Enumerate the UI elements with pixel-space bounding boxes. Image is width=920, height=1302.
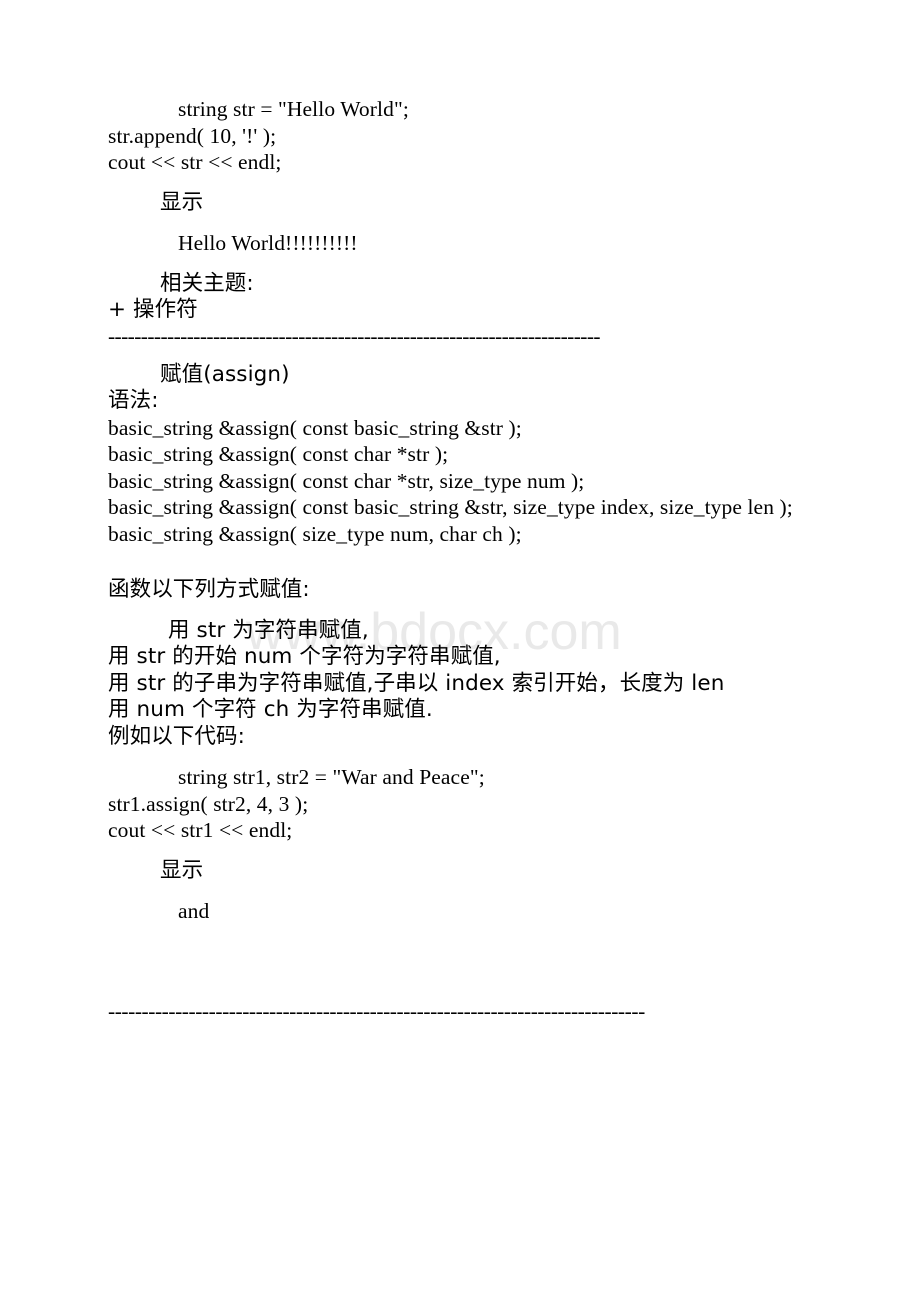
program-output: Hello World!!!!!!!!!! xyxy=(178,231,358,255)
code-line: str.append( 10, '!' ); xyxy=(108,123,277,148)
program-output: and xyxy=(178,899,210,923)
code-line: cout << str << endl; xyxy=(108,150,282,174)
section-separator-top: ----------------------------------------… xyxy=(108,323,601,348)
description-intro: 函数以下列方式赋值: xyxy=(108,577,310,602)
document-body: string str = "Hello World"; str.append( … xyxy=(108,96,808,1023)
display-label: 显示 xyxy=(160,857,204,883)
code-line: string str1, str2 = "War and Peace"; xyxy=(178,765,485,789)
code-line: string str = "Hello World"; xyxy=(178,97,409,121)
example-label: 例如以下代码: xyxy=(108,723,245,749)
function-signature: basic_string &assign( const char *str, s… xyxy=(108,468,585,493)
section-separator-bottom: ----------------------------------------… xyxy=(108,998,645,1023)
description-item: 用 num 个字符 ch 为字符串赋值. xyxy=(108,697,433,722)
syntax-label: 语法: xyxy=(108,388,159,413)
description-item: 用 str 的开始 num 个字符为字符串赋值, xyxy=(108,644,501,669)
code-line: cout << str1 << endl; xyxy=(108,818,293,842)
related-topics-label: 相关主题: xyxy=(160,270,254,296)
document-page: www.bdocx.com string str = "Hello World"… xyxy=(0,0,920,1302)
function-signature: basic_string &assign( const char *str ); xyxy=(108,442,449,466)
code-line: str1.assign( str2, 4, 3 ); xyxy=(108,791,309,816)
function-signature: basic_string &assign( size_type num, cha… xyxy=(108,521,522,546)
display-label: 显示 xyxy=(160,189,204,215)
description-item: 用 str 的子串为字符串赋值,子串以 index 索引开始，长度为 len xyxy=(108,670,725,696)
section-heading-assign: 赋值(assign) xyxy=(160,361,290,387)
function-signature: basic_string &assign( const basic_string… xyxy=(108,415,522,440)
related-topic-item: + 操作符 xyxy=(108,297,198,322)
description-item: 用 str 为字符串赋值, xyxy=(168,617,369,643)
function-signature: basic_string &assign( const basic_string… xyxy=(108,495,793,519)
